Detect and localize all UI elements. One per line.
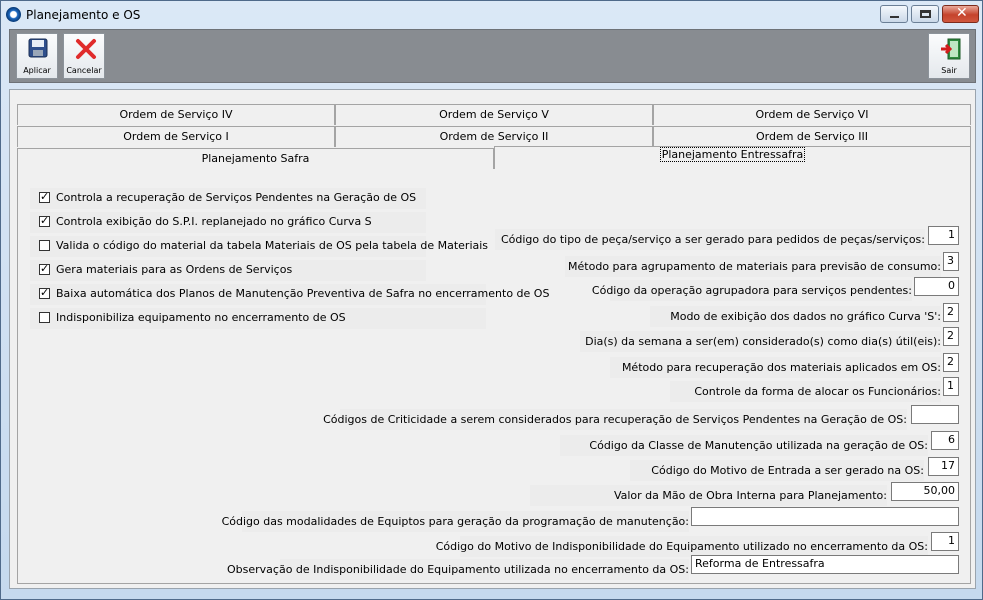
app-icon (6, 7, 21, 22)
field-label-alocar-funcionarios: Controle da forma de alocar os Funcionár… (670, 381, 941, 402)
sair-label: Sair (941, 66, 957, 75)
checkbox-box[interactable] (39, 286, 50, 299)
tab-label: Planejamento Safra (201, 152, 310, 165)
aplicar-button[interactable]: Aplicar (16, 33, 58, 79)
field-label-motivo-entrada: Código do Motivo de Entrada a ser gerado… (630, 460, 924, 481)
metodo-agrupamento-input[interactable]: 3 (943, 252, 959, 271)
sair-button[interactable]: Sair (928, 33, 970, 79)
exit-door-icon (941, 38, 961, 60)
checkbox-baixa-automatica-planos[interactable]: Baixa automática dos Planos de Manutençã… (30, 284, 549, 305)
field-label-modo-exibicao-curva-s: Modo de exibição dos dados no gráfico Cu… (650, 306, 941, 327)
tab-ordem-servico-i[interactable]: Ordem de Serviço I (17, 126, 335, 147)
operacao-agrupadora-input[interactable]: 0 (914, 277, 959, 296)
minimize-icon (890, 16, 899, 18)
content-area: Ordem de Serviço IV Ordem de Serviço V O… (9, 89, 976, 589)
tab-ordem-servico-iii[interactable]: Ordem de Serviço III (653, 126, 971, 147)
checkbox-label: Valida o código do material da tabela Ma… (56, 239, 489, 252)
checkbox-label: Baixa automática dos Planos de Manutençã… (56, 287, 550, 300)
checkbox-recuperacao-servicos-pendentes[interactable]: Controla a recuperação de Serviços Pende… (30, 188, 426, 209)
close-button[interactable]: ✕ (942, 5, 979, 23)
modalidades-equiptos-input[interactable] (691, 507, 959, 526)
field-label: Dia(s) da semana a ser(em) considerado(s… (585, 335, 941, 348)
tab-ordem-servico-vi[interactable]: Ordem de Serviço VI (653, 104, 971, 125)
codigos-criticidade-input[interactable] (911, 405, 959, 424)
tab-label: Ordem de Serviço I (123, 130, 229, 143)
checkbox-label: Indisponibiliza equipamento no encerrame… (56, 311, 346, 324)
cancelar-label: Cancelar (66, 66, 102, 75)
checkbox-box[interactable] (39, 190, 50, 203)
tab-ordem-servico-ii[interactable]: Ordem de Serviço II (335, 126, 653, 147)
motivo-entrada-input[interactable]: 17 (928, 457, 959, 476)
field-label-motivo-indisponibilidade: Código do Motivo de Indisponibilidade do… (436, 536, 928, 557)
field-label-dias-uteis: Dia(s) da semana a ser(em) considerado(s… (580, 331, 941, 352)
tab-label: Ordem de Serviço III (755, 130, 869, 143)
tab-ordem-servico-v[interactable]: Ordem de Serviço V (335, 104, 653, 125)
alocar-funcionarios-input[interactable]: 1 (943, 377, 959, 396)
checkbox-label: Gera materiais para as Ordens de Serviço… (56, 263, 293, 276)
valor-mao-obra-input[interactable]: 50,00 (891, 482, 959, 501)
tab-label: Ordem de Serviço II (439, 130, 549, 143)
field-label: Código das modalidades de Equiptos para … (221, 515, 689, 528)
tab-label: Ordem de Serviço V (439, 108, 549, 121)
window-title: Planejamento e OS (26, 8, 141, 22)
field-label: Método para recuperação dos materiais ap… (621, 361, 941, 374)
maximize-button[interactable] (911, 5, 939, 23)
field-label-recuperacao-materiais: Método para recuperação dos materiais ap… (610, 357, 941, 378)
checkbox-box[interactable] (39, 312, 50, 323)
tab-label: Planejamento Entressafra (659, 147, 806, 162)
field-label: Observação de Indisponibilidade do Equip… (227, 563, 689, 576)
field-label-metodo-agrupamento: Método para agrupamento de materiais par… (565, 256, 941, 277)
motivo-indisponibilidade-input[interactable]: 1 (931, 532, 959, 551)
checkbox-box[interactable] (39, 240, 50, 251)
checkbox-box[interactable] (39, 214, 50, 227)
dias-uteis-input[interactable]: 2 (943, 327, 959, 346)
field-label: Método para agrupamento de materiais par… (568, 260, 941, 273)
aplicar-label: Aplicar (23, 66, 51, 75)
field-label: Código da Classe de Manutenção utilizada… (589, 439, 928, 452)
field-label: Valor da Mão de Obra Interna para Planej… (613, 489, 887, 502)
minimize-button[interactable] (880, 5, 908, 23)
field-label-observacao-indisponibilidade: Observação de Indisponibilidade do Equip… (227, 559, 689, 580)
field-label-valor-mao-obra: Valor da Mão de Obra Interna para Planej… (530, 485, 887, 506)
app-window: Planejamento e OS ✕ Aplicar Cancelar Sai… (0, 0, 983, 600)
tab-planejamento-safra[interactable]: Planejamento Safra (17, 148, 494, 169)
checkbox-valida-codigo-material[interactable]: Valida o código do material da tabela Ma… (30, 236, 488, 257)
toolbar: Aplicar Cancelar Sair (9, 29, 976, 83)
field-label: Modo de exibição dos dados no gráfico Cu… (670, 310, 941, 323)
tipo-peca-servico-input[interactable]: 1 (928, 226, 959, 245)
classe-manutencao-input[interactable]: 6 (931, 431, 959, 450)
recuperacao-materiais-input[interactable]: 2 (943, 353, 959, 372)
field-label: Controle da forma de alocar os Funcionár… (694, 385, 941, 398)
checkbox-gera-materiais[interactable]: Gera materiais para as Ordens de Serviço… (30, 260, 426, 281)
modo-exibicao-curva-s-input[interactable]: 2 (943, 303, 959, 322)
field-label: Código do Motivo de Entrada a ser gerado… (651, 464, 924, 477)
field-label: Código do Motivo de Indisponibilidade do… (435, 540, 928, 553)
tab-planejamento-entressafra[interactable]: Planejamento Entressafra (494, 146, 971, 170)
field-label-classe-manutencao: Código da Classe de Manutenção utilizada… (560, 435, 928, 456)
title-bar: Planejamento e OS ✕ (1, 1, 982, 29)
field-label-modalidades-equiptos: Código das modalidades de Equiptos para … (222, 511, 689, 532)
close-icon: ✕ (956, 5, 968, 21)
checkbox-box[interactable] (39, 262, 50, 275)
tab-label: Ordem de Serviço IV (119, 108, 233, 121)
observacao-indisponibilidade-input[interactable]: Reforma de Entressafra (691, 555, 959, 574)
tab-ordem-servico-iv[interactable]: Ordem de Serviço IV (17, 104, 335, 125)
cancel-icon (76, 39, 96, 59)
field-label: Código da operação agrupadora para servi… (591, 284, 912, 297)
field-label-tipo-peca-servico: Código do tipo de peça/serviço a ser ger… (495, 229, 925, 250)
checkbox-label: Controla a recuperação de Serviços Pende… (56, 191, 417, 204)
maximize-icon (920, 10, 931, 18)
checkbox-label: Controla exibição do S.P.I. replanejado … (56, 215, 372, 228)
tab-label: Ordem de Serviço VI (755, 108, 869, 121)
cancelar-button[interactable]: Cancelar (63, 33, 105, 79)
save-icon (28, 38, 48, 58)
checkbox-exibicao-spi[interactable]: Controla exibição do S.P.I. replanejado … (30, 212, 426, 233)
field-label-operacao-agrupadora: Código da operação agrupadora para servi… (592, 280, 912, 301)
field-label-codigos-criticidade: Códigos de Criticidade a serem considera… (323, 409, 907, 430)
checkbox-indisponibiliza-equipamento[interactable]: Indisponibiliza equipamento no encerrame… (30, 308, 486, 329)
field-label: Códigos de Criticidade a serem considera… (323, 413, 907, 426)
field-label: Código do tipo de peça/serviço a ser ger… (500, 233, 925, 246)
